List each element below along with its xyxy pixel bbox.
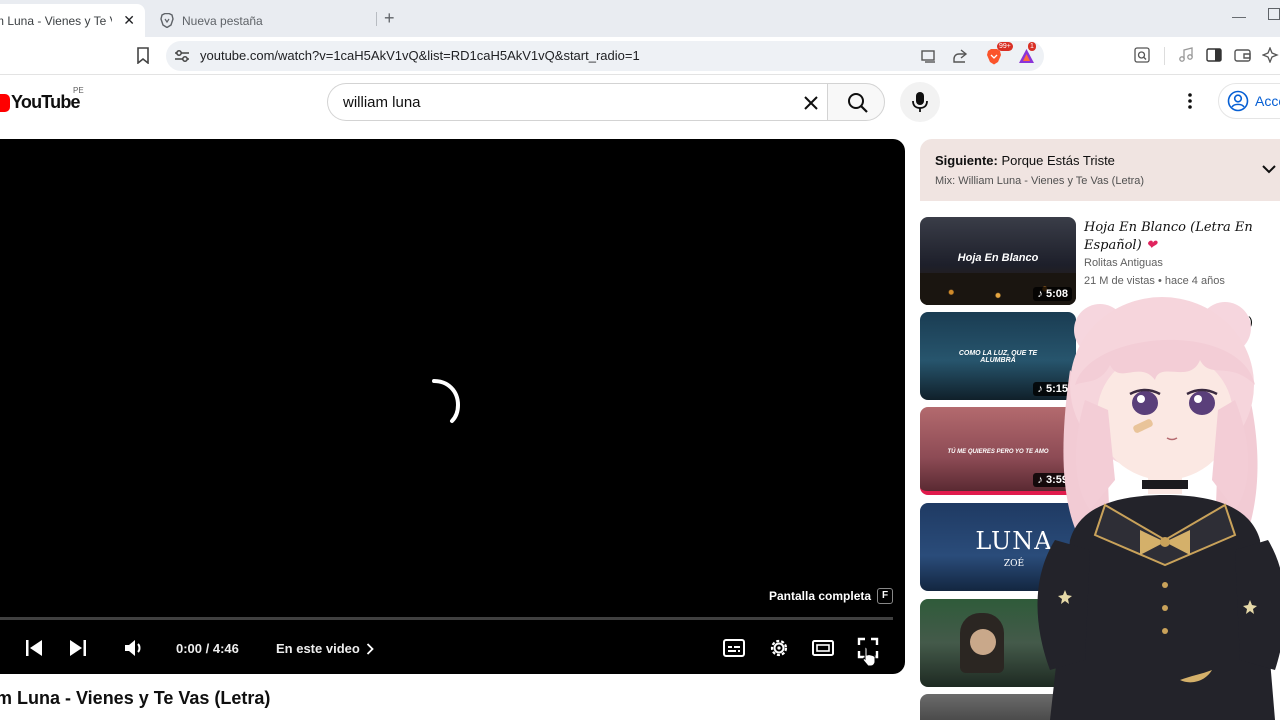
tab-title: m Luna - Vienes y Te Va xyxy=(0,13,112,28)
reader-mode-icon[interactable] xyxy=(1134,47,1150,63)
theater-mode-icon[interactable] xyxy=(811,636,835,660)
fullscreen-shortcut-key: F xyxy=(877,588,894,604)
mix-title: Mix: William Luna - Vienes y Te Vas (Let… xyxy=(935,175,1145,187)
loading-spinner-icon xyxy=(432,379,461,423)
more-options-icon[interactable] xyxy=(1180,91,1200,111)
next-icon[interactable] xyxy=(68,636,88,660)
view-count: 21 M de vistas • hace 4 años xyxy=(1084,275,1225,287)
heart-icon: ❤ xyxy=(1145,238,1157,253)
account-circle-icon xyxy=(1227,90,1249,112)
media-controls-icon[interactable] xyxy=(1178,47,1194,63)
brave-logo-icon xyxy=(160,13,174,28)
tab-title: Nueva pestaña xyxy=(182,13,263,28)
video-title: m Luna - Vienes y Te Vas (Letra) xyxy=(0,688,271,708)
tab-active[interactable]: m Luna - Vienes y Te Va ✕ xyxy=(0,4,145,37)
up-next-label: Siguiente: xyxy=(935,153,998,168)
playlist-header[interactable]: Siguiente: Porque Estás Triste Mix: Will… xyxy=(920,139,1280,201)
sidebar-toggle-icon[interactable] xyxy=(1206,47,1222,63)
toolbar-divider xyxy=(1164,47,1165,65)
search-button[interactable] xyxy=(827,83,885,121)
voice-search-button[interactable] xyxy=(900,82,940,122)
tab-separator xyxy=(376,12,377,26)
shields-count-badge: 99+ xyxy=(997,42,1013,51)
previous-icon[interactable] xyxy=(24,636,44,660)
video-player[interactable]: Pantalla completa F 0:00 / 4:46 En este … xyxy=(0,139,905,674)
maximize-icon[interactable] xyxy=(1268,8,1280,20)
leo-ai-icon[interactable] xyxy=(1262,47,1280,63)
fullscreen-tooltip-label: Pantalla completa xyxy=(769,589,872,603)
youtube-play-logo-icon xyxy=(0,93,10,112)
mouse-cursor-icon xyxy=(862,646,876,667)
share-icon[interactable] xyxy=(952,48,968,64)
new-tab-plus-icon[interactable]: + xyxy=(384,8,395,29)
url-text[interactable]: youtube.com/watch?v=1caH5AkV1vQ&list=RD1… xyxy=(200,48,640,63)
chevron-down-icon[interactable] xyxy=(1261,163,1277,175)
subtitles-icon[interactable] xyxy=(722,636,746,660)
channel-name: Rolitas Antiguas xyxy=(1084,257,1163,269)
tab-close-icon[interactable]: ✕ xyxy=(123,12,135,29)
time-display: 0:00 / 4:46 xyxy=(176,641,239,656)
browser-toolbar: youtube.com/watch?v=1caH5AkV1vQ&list=RD1… xyxy=(0,37,1280,75)
chapters-label: En este video xyxy=(276,641,360,656)
person-face xyxy=(970,629,996,655)
search-box[interactable] xyxy=(327,83,827,121)
thumbnail-text: Hoja En Blanco xyxy=(957,252,1039,264)
browser-tab-strip: m Luna - Vienes y Te Va ✕ Nueva pestaña … xyxy=(0,0,1280,37)
up-next-title: Porque Estás Triste xyxy=(1001,153,1115,168)
playlist-item-title: Hoja En Blanco (Letra En Español) ❤ xyxy=(1084,219,1264,255)
settings-gear-icon[interactable] xyxy=(767,636,791,660)
minimize-icon[interactable]: — xyxy=(1232,8,1246,24)
up-next-line: Siguiente: Porque Estás Triste xyxy=(935,153,1115,168)
fullscreen-tooltip: Pantalla completa F xyxy=(769,588,894,604)
region-code: PE xyxy=(73,86,84,95)
sign-in-label: Acce xyxy=(1255,93,1280,109)
tab-new-tab[interactable]: Nueva pestaña xyxy=(150,4,375,37)
clear-search-icon[interactable] xyxy=(801,93,821,113)
install-app-icon[interactable] xyxy=(921,48,937,64)
playlist-item-meta[interactable]: Hoja En Blanco (Letra En Español) ❤ Roli… xyxy=(1084,219,1264,287)
progress-bar[interactable] xyxy=(0,617,893,620)
search-icon xyxy=(848,93,868,113)
site-settings-icon[interactable] xyxy=(174,49,190,63)
volume-icon[interactable] xyxy=(122,636,146,660)
vtuber-avatar-overlay xyxy=(1037,297,1280,720)
youtube-logo[interactable]: YouTube PE xyxy=(0,86,84,113)
sign-in-button[interactable]: Acce xyxy=(1218,83,1280,119)
wallet-icon[interactable] xyxy=(1234,47,1251,63)
chapters-button[interactable]: En este video xyxy=(276,641,374,656)
youtube-wordmark: YouTube xyxy=(11,92,81,112)
microphone-icon xyxy=(912,92,928,112)
bookmark-icon[interactable] xyxy=(136,47,150,64)
chevron-right-icon xyxy=(366,642,374,655)
screen: m Luna - Vienes y Te Va ✕ Nueva pestaña … xyxy=(0,0,1280,720)
search-input[interactable] xyxy=(343,94,783,111)
rewards-count-badge: 1 xyxy=(1028,42,1036,51)
playlist-item-title-text: Hoja En Blanco (Letra En Español) xyxy=(1084,220,1253,253)
youtube-masthead: YouTube PE Acce xyxy=(0,75,1280,131)
address-bar[interactable]: youtube.com/watch?v=1caH5AkV1vQ&list=RD1… xyxy=(166,41,1044,71)
